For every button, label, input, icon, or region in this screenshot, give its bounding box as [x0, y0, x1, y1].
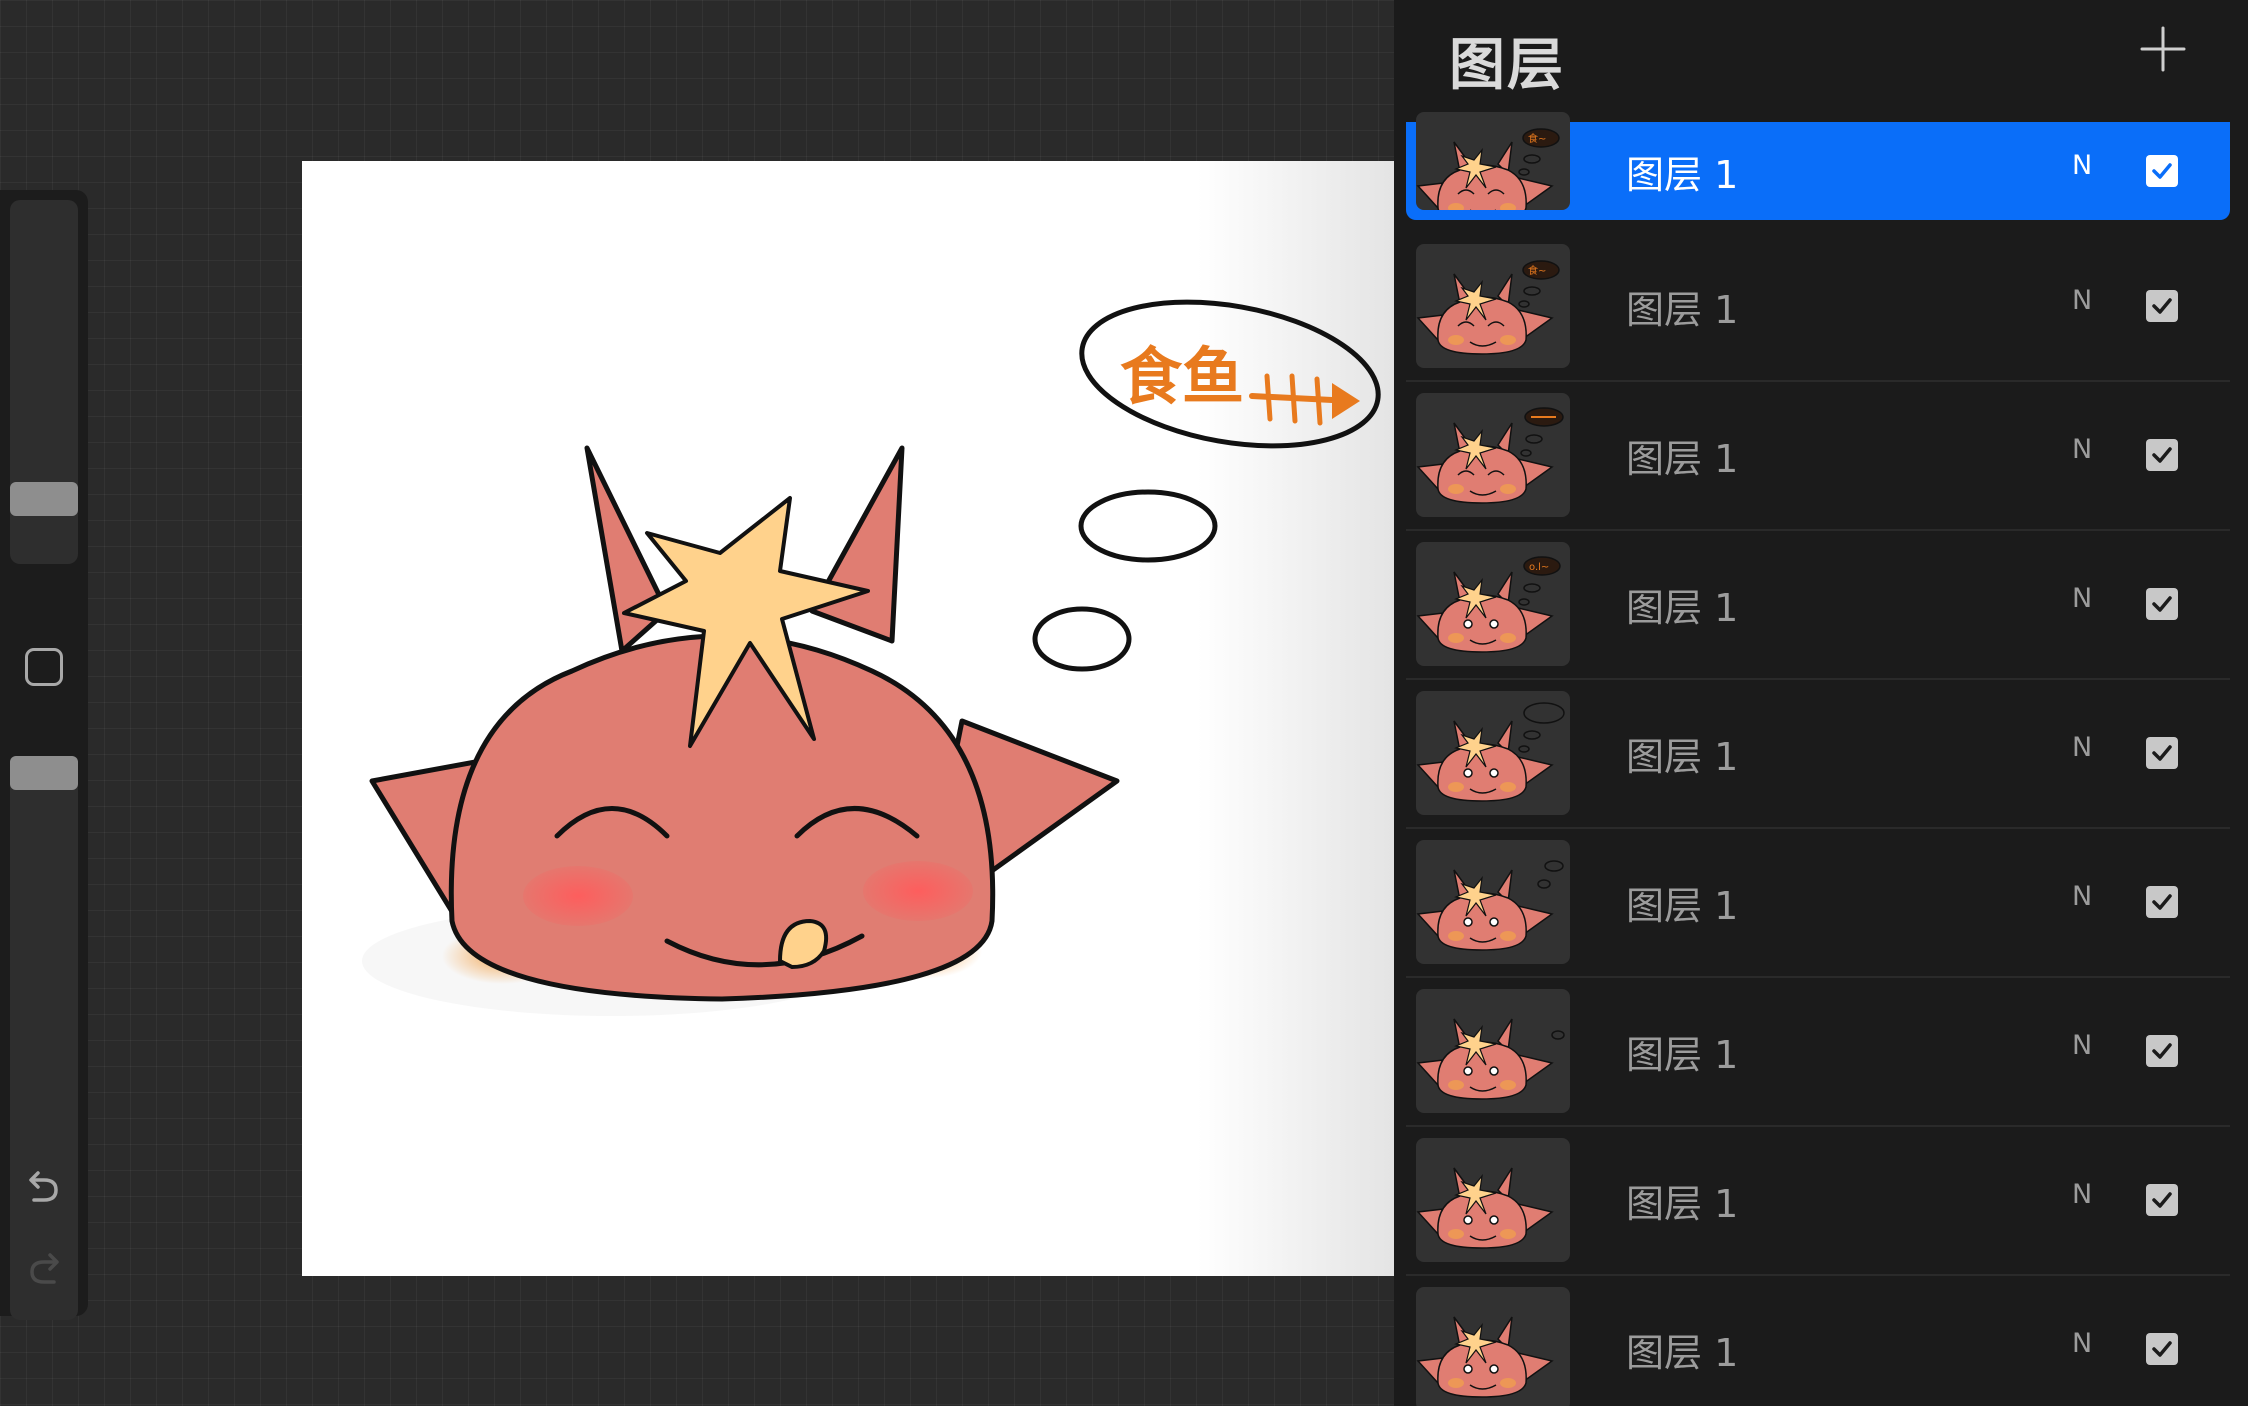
blend-mode-button[interactable]: N — [2072, 1179, 2092, 1210]
visibility-checkbox[interactable] — [2146, 1333, 2178, 1365]
layer-thumbnail[interactable]: 食~ — [1416, 244, 1570, 368]
svg-text:o.l~: o.l~ — [1529, 562, 1549, 573]
blend-mode-button[interactable]: N — [2072, 881, 2092, 912]
layer-thumbnail[interactable] — [1416, 1138, 1570, 1262]
visibility-checkbox[interactable] — [2146, 439, 2178, 471]
visibility-checkbox[interactable] — [2146, 1035, 2178, 1067]
check-icon — [2152, 894, 2172, 910]
blend-mode-button[interactable]: N — [2072, 434, 2092, 465]
layer-name: 图层 1 — [1626, 1182, 1739, 1226]
drawing-canvas[interactable]: 食鱼 — [302, 161, 1394, 1276]
check-icon — [2152, 1341, 2172, 1357]
artwork: 食鱼 — [362, 299, 1381, 1016]
layers-panel: 图层 食~ 图层 1 N 食~ 图层 1 N 图层 1 No.l~ 图层 1 N 图层 1 N 图层 1… — [1394, 0, 2248, 1406]
check-icon — [2152, 163, 2172, 179]
layer-name: 图层 1 — [1626, 288, 1739, 332]
visibility-checkbox[interactable] — [2146, 290, 2178, 322]
visibility-checkbox[interactable] — [2146, 1184, 2178, 1216]
left-toolbar — [0, 190, 88, 1320]
blend-mode-button[interactable]: N — [2072, 732, 2092, 763]
check-icon — [2152, 596, 2172, 612]
blend-mode-button[interactable]: N — [2072, 1030, 2092, 1061]
panel-title: 图层 — [1449, 33, 1565, 98]
layer-row[interactable]: 图层 1 N — [1406, 1276, 2230, 1406]
layer-row[interactable]: 图层 1 N — [1406, 978, 2230, 1127]
layer-name: 图层 1 — [1626, 586, 1739, 630]
layer-row[interactable]: 图层 1 N — [1406, 680, 2230, 829]
check-icon — [2152, 1192, 2172, 1208]
brush-size-thumb[interactable] — [10, 482, 78, 516]
thought-text: 食鱼 — [1120, 340, 1244, 413]
layer-thumbnail[interactable] — [1416, 1287, 1570, 1406]
layer-name: 图层 1 — [1626, 437, 1739, 481]
blend-mode-button[interactable]: N — [2072, 150, 2092, 181]
opacity-thumb[interactable] — [10, 756, 78, 790]
layer-thumbnail[interactable]: o.l~ — [1416, 542, 1570, 666]
layer-row[interactable]: o.l~ 图层 1 N — [1406, 531, 2230, 680]
layer-row[interactable]: 图层 1 N — [1406, 829, 2230, 978]
check-icon — [2152, 1043, 2172, 1059]
layer-thumbnail[interactable] — [1416, 989, 1570, 1113]
layer-name: 图层 1 — [1626, 1331, 1739, 1375]
brush-size-slider[interactable] — [10, 200, 78, 564]
layer-row-selected[interactable]: 食~ 图层 1 N — [1406, 112, 2230, 220]
visibility-checkbox[interactable] — [2146, 886, 2178, 918]
check-icon — [2152, 447, 2172, 463]
plus-icon[interactable] — [2136, 22, 2190, 76]
opacity-slider[interactable] — [10, 756, 78, 1320]
layer-name: 图层 1 — [1626, 884, 1739, 928]
layer-row[interactable]: 食~ 图层 1 N — [1406, 233, 2230, 382]
layer-thumbnail[interactable] — [1416, 840, 1570, 964]
layer-name: 图层 1 — [1626, 1033, 1739, 1077]
undo-icon[interactable] — [22, 1166, 66, 1210]
blend-mode-button[interactable]: N — [2072, 583, 2092, 614]
visibility-checkbox[interactable] — [2146, 588, 2178, 620]
layer-row[interactable]: 图层 1 N — [1406, 1127, 2230, 1276]
layer-name: 图层 1 — [1626, 735, 1739, 779]
layer-thumbnail[interactable] — [1416, 691, 1570, 815]
check-icon — [2152, 298, 2172, 314]
blend-mode-button[interactable]: N — [2072, 1328, 2092, 1359]
redo-icon[interactable] — [22, 1248, 66, 1292]
visibility-checkbox[interactable] — [2146, 737, 2178, 769]
layer-row[interactable]: 图层 1 N — [1406, 382, 2230, 531]
check-icon — [2152, 745, 2172, 761]
svg-text:食~: 食~ — [1528, 264, 1546, 277]
layer-name: 图层 1 — [1626, 153, 1739, 197]
layer-thumbnail[interactable] — [1416, 393, 1570, 517]
svg-text:食~: 食~ — [1528, 132, 1546, 145]
blend-mode-button[interactable]: N — [2072, 285, 2092, 316]
visibility-checkbox[interactable] — [2146, 155, 2178, 187]
square-modify-icon[interactable] — [25, 648, 63, 686]
layer-thumbnail[interactable]: 食~ — [1416, 112, 1570, 210]
